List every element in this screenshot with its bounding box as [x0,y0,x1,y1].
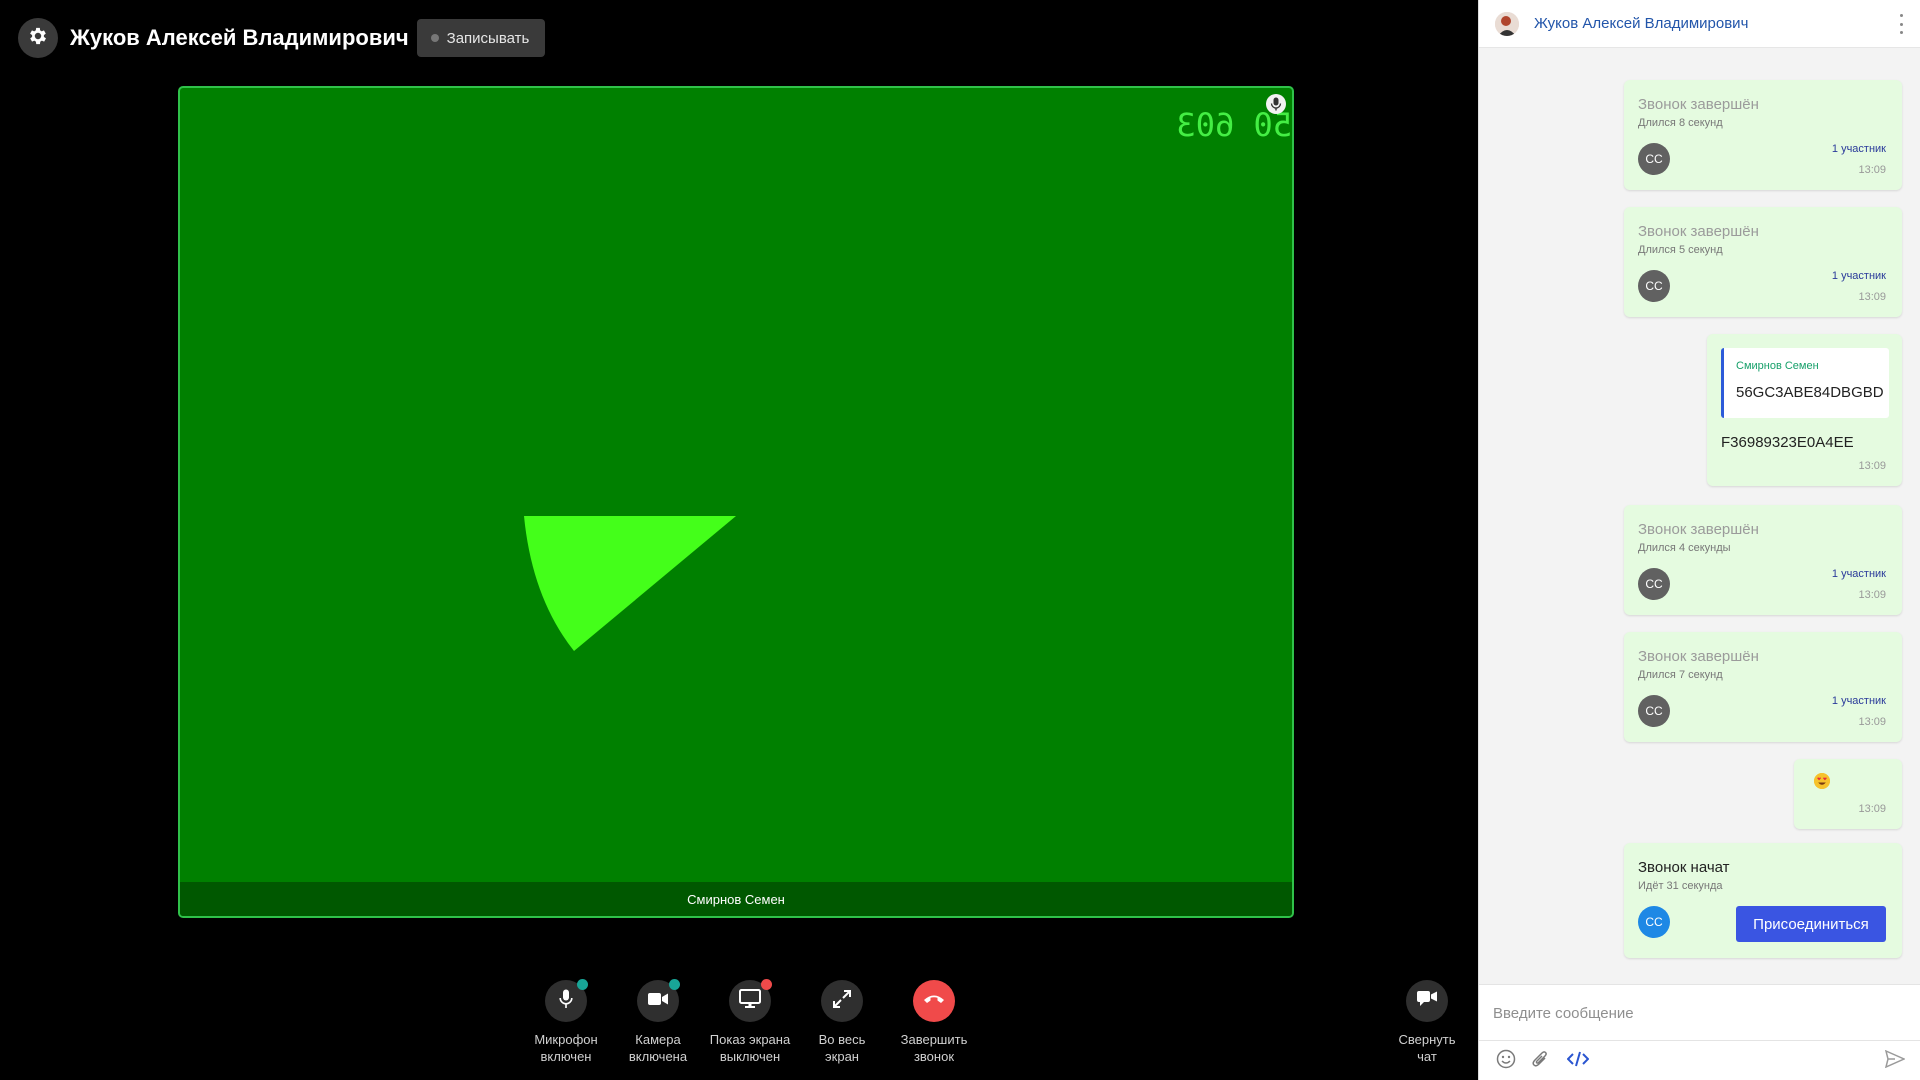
message-input-area [1479,984,1920,1040]
message-list[interactable]: Звонок завершён Длился 8 секунд СС 1 уча… [1479,48,1920,984]
call-started-message: Звонок начат Идёт 31 секунда СС Присоеди… [1624,843,1902,958]
hangup-label: Завершить звонок [900,1032,968,1064]
call-ended-message: Звонок завершён Длился 7 секунд СС 1 уча… [1624,632,1902,742]
call-ended-message: Звонок завершён Длился 4 секунды СС 1 уч… [1624,505,1902,615]
call-area: Жуков Алексей Владимирович Записывать 50… [0,0,1478,1080]
video-label-bar: Смирнов Семен [180,882,1292,916]
avatar: СС [1638,143,1670,175]
call-duration: Длился 5 секунд [1638,244,1723,256]
emoji-message[interactable]: 13:09 [1794,759,1902,829]
call-controls: Микрофон включен Камера включена Показ э… [520,979,980,1065]
quoted-author: Смирнов Семен [1736,360,1819,372]
quoted-message[interactable]: Смирнов Семен 56GC3ABE84DBGBD [1721,348,1889,418]
reply-message[interactable]: Смирнов Семен 56GC3ABE84DBGBD F36989323E… [1707,334,1902,486]
chat-video-icon [1416,990,1438,1013]
send-icon [1884,1049,1906,1073]
fullscreen-icon [832,989,852,1014]
record-button[interactable]: Записывать [416,19,546,57]
call-status-title: Звонок завершён [1638,648,1759,665]
video-participant-label: Смирнов Семен [687,891,785,907]
participants-link[interactable]: 1 участник [1832,695,1886,707]
smile-icon [1496,1049,1516,1074]
microphone-status-dot [577,979,588,990]
call-ended-message: Звонок завершён Длился 8 секунд СС 1 уча… [1624,80,1902,190]
microphone-label: Микрофон включен [534,1032,598,1064]
message-text: F36989323E0A4EE [1721,434,1854,451]
more-options-icon[interactable] [1898,14,1904,34]
call-duration: Идёт 31 секунда [1638,880,1723,892]
participants-link[interactable]: 1 участник [1832,568,1886,580]
send-button[interactable] [1884,1049,1906,1073]
camera-button[interactable]: Камера включена [612,979,704,1065]
message-input[interactable] [1493,997,1893,1029]
message-time: 13:09 [1858,716,1886,728]
chat-contact-name[interactable]: Жуков Алексей Владимирович [1534,15,1748,32]
call-ended-message: Звонок завершён Длился 5 секунд СС 1 уча… [1624,207,1902,317]
call-status-title: Звонок завершён [1638,96,1759,113]
message-time: 13:09 [1858,164,1886,176]
avatar: СС [1638,695,1670,727]
call-header: Жуков Алексей Владимирович Записывать [18,18,546,58]
fullscreen-label: Во весь экран [818,1032,866,1064]
attach-button[interactable] [1529,1050,1551,1072]
screen-share-button[interactable]: Показ экрана выключен [704,979,796,1065]
chat-toolbar [1479,1040,1920,1080]
participants-link[interactable]: 1 участник [1832,270,1886,282]
code-icon [1566,1050,1590,1073]
emoji-button[interactable] [1495,1049,1517,1074]
avatar: СС [1638,270,1670,302]
heart-eyes-emoji-icon [1814,773,1830,789]
camera-status-dot [669,979,680,990]
microphone-button[interactable]: Микрофон включен [520,979,612,1065]
call-status-title: Звонок завершён [1638,521,1759,538]
collapse-chat-label: Свернуть чат [1398,1032,1456,1064]
camera-icon [648,992,668,1011]
call-duration: Длился 4 секунды [1638,542,1731,554]
avatar: СС [1638,568,1670,600]
record-label: Записывать [446,29,530,47]
message-time: 13:09 [1858,803,1886,815]
hangup-button[interactable]: Завершить звонок [888,980,980,1065]
collapse-chat-button[interactable]: Свернуть чат [1381,980,1473,1065]
chat-header: Жуков Алексей Владимирович [1479,0,1920,48]
avatar[interactable] [1495,11,1519,36]
avatar: СС [1638,906,1670,938]
call-duration: Длился 7 секунд [1638,669,1723,681]
fullscreen-button[interactable]: Во весь экран [796,980,888,1065]
screen-share-icon [739,988,761,1014]
microphone-icon [559,989,573,1014]
gear-icon [27,25,49,52]
call-title: Жуков Алексей Владимирович [70,25,409,50]
screen-share-label: Показ экрана выключен [709,1032,791,1064]
participants-link[interactable]: 1 участник [1832,143,1886,155]
quoted-text: 56GC3ABE84DBGBD [1736,384,1884,401]
chat-panel: Жуков Алексей Владимирович Звонок заверш… [1478,0,1920,1080]
camera-label: Камера включена [628,1032,688,1064]
code-button[interactable] [1566,1050,1590,1073]
settings-button[interactable] [18,18,58,58]
hangup-icon [923,992,945,1010]
message-time: 13:09 [1858,291,1886,303]
join-call-button[interactable]: Присоединиться [1736,906,1886,942]
paperclip-icon [1531,1049,1549,1074]
call-status-title: Звонок начат [1638,859,1730,876]
screen-share-status-dot [761,979,772,990]
record-dot-icon [430,34,439,42]
call-duration: Длился 8 секунд [1638,117,1723,129]
video-frame-shape [524,516,736,651]
call-status-title: Звонок завершён [1638,223,1759,240]
video-tile[interactable]: 50 603 Смирнов Семен [178,86,1294,918]
message-time: 13:09 [1858,589,1886,601]
message-time: 13:09 [1858,460,1886,472]
